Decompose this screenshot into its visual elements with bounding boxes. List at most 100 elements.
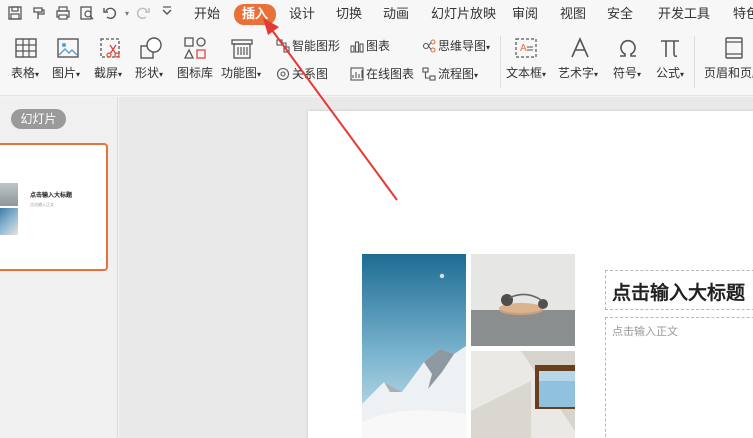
shapes-icon[interactable] [139,36,163,64]
mindmap-button[interactable]: 思维导图▾ [422,38,490,56]
menu-slideshow[interactable]: 幻灯片放映 [431,6,496,24]
menu-start[interactable]: 开始 [194,6,220,24]
slide-title-placeholder[interactable]: 点击输入大标题 [605,270,753,310]
menu-bar: ▾ 开始 插入 设计 切换 动画 幻灯片放映 审阅 视图 安全 开发工具 特色 [0,0,753,30]
relation-icon [276,67,290,81]
menu-animation[interactable]: 动画 [383,6,409,24]
mindmap-icon [422,39,436,53]
symbol-button[interactable]: 符号▾ [613,66,641,82]
thumb-body: 点击输入正文 [30,202,54,207]
wordart-button[interactable]: 艺术字▾ [558,66,598,82]
picture-dropdown-icon[interactable]: ▾ [76,70,80,79]
symbol-label: 符号 [613,66,638,80]
omega-icon[interactable] [616,36,640,64]
thumb-image-top [0,183,18,206]
table-dropdown-icon[interactable]: ▾ [35,70,39,79]
relation-button[interactable]: 关系图 [276,66,328,82]
smartart-button[interactable]: 智能图形 [276,38,340,54]
table-label: 表格 [11,66,36,80]
slide-canvas[interactable]: 点击输入大标题 点击输入正文 [308,111,753,438]
icon-library-icon[interactable] [183,36,207,64]
redo-icon[interactable] [134,5,152,23]
svg-text:A: A [520,43,527,54]
ribbon-separator [694,36,695,88]
undo-icon[interactable] [101,5,119,23]
screenshot-dropdown-icon[interactable]: ▾ [118,70,122,79]
wordart-dropdown-icon[interactable]: ▾ [594,70,598,79]
format-painter-icon[interactable] [30,5,48,23]
slide-body-text: 点击输入正文 [612,325,678,338]
function-chart-label: 功能图 [221,66,258,80]
shapes-label: 形状 [135,66,160,80]
screenshot-label: 截屏 [94,66,119,80]
print-preview-icon[interactable] [78,5,96,23]
menu-review[interactable]: 审阅 [512,6,538,24]
editing-area: 点击输入大标题 点击输入正文 [119,97,753,438]
thumb-image-bottom [0,208,18,235]
menu-design[interactable]: 设计 [289,6,315,24]
textbox-icon[interactable]: A [514,36,538,64]
wps-presentation-window: ▾ 开始 插入 设计 切换 动画 幻灯片放映 审阅 视图 安全 开发工具 特色 … [0,0,753,438]
formula-button[interactable]: 公式▾ [656,66,684,82]
tab-slides[interactable]: 幻灯片 [11,109,66,129]
function-chart-icon[interactable] [230,36,254,64]
online-chart-icon [350,67,364,81]
flowchart-label: 流程图 [438,67,475,81]
print-icon[interactable] [54,5,72,23]
formula-label: 公式 [656,66,681,80]
mindmap-dropdown-icon[interactable]: ▾ [486,43,490,52]
chart-button[interactable]: 图表 [350,38,390,54]
mountain-image[interactable] [362,254,466,438]
header-footer-button[interactable]: 页眉和页脚 [704,66,753,80]
picture-icon[interactable] [56,36,80,64]
stone-image[interactable] [471,254,575,346]
icon-library-button[interactable]: 图标库 [177,66,213,80]
formula-dropdown-icon[interactable]: ▾ [680,70,684,79]
slide-title-text: 点击输入大标题 [612,282,746,304]
textbox-label: 文本框 [506,66,543,80]
relation-label: 关系图 [292,67,329,81]
flowchart-button[interactable]: 流程图▾ [422,66,478,84]
online-chart-label: 在线图表 [366,67,415,81]
ribbon-separator [500,36,501,88]
screenshot-button[interactable]: 截屏▾ [94,66,122,82]
online-chart-button[interactable]: 在线图表 [350,66,414,82]
slides-panel: 幻灯片 点击输入大标题 点击输入正文 [0,97,118,438]
flowchart-icon [422,67,436,81]
menu-insert[interactable]: 插入 [234,4,277,25]
symbol-dropdown-icon[interactable]: ▾ [637,70,641,79]
picture-label: 图片 [52,66,77,80]
wordart-label: 艺术字 [558,66,595,80]
shapes-button[interactable]: 形状▾ [135,66,163,82]
header-footer-icon[interactable] [722,36,746,64]
save-icon[interactable] [6,5,24,23]
mindmap-label: 思维导图 [438,39,487,53]
customize-quick-access-icon[interactable] [158,5,176,23]
menu-view[interactable]: 视图 [560,6,586,24]
pi-icon[interactable] [658,36,682,64]
textbox-button[interactable]: 文本框▾ [506,66,546,82]
table-button[interactable]: 表格▾ [11,66,39,82]
textbox-dropdown-icon[interactable]: ▾ [542,70,546,79]
menu-developer[interactable]: 开发工具 [658,6,710,24]
screenshot-icon[interactable] [98,36,122,64]
chart-label: 图表 [366,39,391,53]
slide-body-placeholder[interactable]: 点击输入正文 [605,317,753,438]
flowchart-dropdown-icon[interactable]: ▾ [474,71,478,80]
chart-icon [350,39,364,53]
function-chart-dropdown-icon[interactable]: ▾ [257,70,261,79]
table-icon[interactable] [14,36,38,64]
thumb-title: 点击输入大标题 [30,192,73,199]
picture-button[interactable]: 图片▾ [52,66,80,82]
menu-security[interactable]: 安全 [607,6,633,24]
wordart-icon[interactable] [568,36,592,64]
smartart-icon [276,39,290,53]
window-image[interactable] [471,351,575,438]
menu-transition[interactable]: 切换 [336,6,362,24]
menu-features[interactable]: 特色 [733,6,753,24]
slide-thumbnail[interactable]: 点击输入大标题 点击输入正文 [0,143,108,271]
shapes-dropdown-icon[interactable]: ▾ [159,70,163,79]
function-chart-button[interactable]: 功能图▾ [221,66,261,82]
smartart-label: 智能图形 [292,39,341,53]
insert-ribbon: 表格▾ 图片▾ 截屏▾ 形状▾ 图标库 功能图▾ 智能图形 图表 思维导图▾ 关… [0,30,753,96]
